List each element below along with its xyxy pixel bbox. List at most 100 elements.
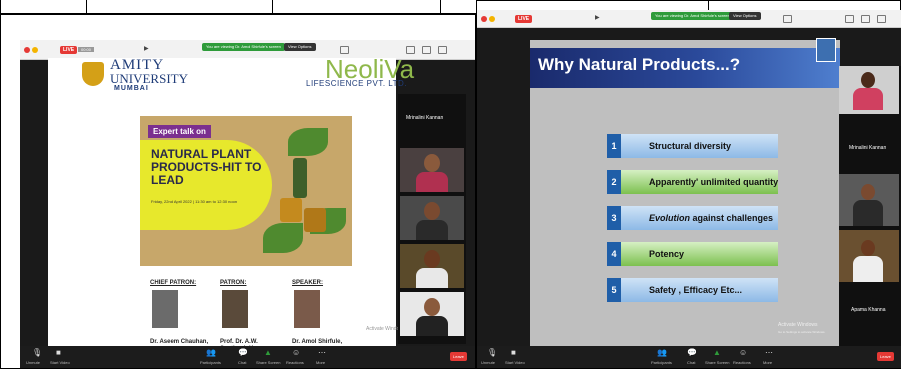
- share-screen-icon[interactable]: ▲: [264, 349, 272, 357]
- zoom-window-right: LIVE ▶ You are viewing Dr. Amol Shirfule…: [477, 10, 901, 368]
- zoom-window-left: LIVE 00:00 ▶ You are viewing Dr. Amol Sh…: [20, 40, 475, 368]
- speaker-label: SPEAKER:: [292, 280, 324, 286]
- partner-logo: NeoliVa: [325, 54, 415, 84]
- chief-patron-label: CHIEF PATRON:: [150, 280, 197, 286]
- person-body: [416, 316, 448, 336]
- row-number: 4: [607, 242, 621, 266]
- participant-video[interactable]: [839, 230, 899, 282]
- play-icon[interactable]: ▶: [144, 45, 149, 53]
- settings-icon[interactable]: [861, 15, 870, 23]
- microphone-icon[interactable]: 🎙: [487, 349, 497, 357]
- participant-video[interactable]: [400, 196, 464, 240]
- view-options-button[interactable]: View Options: [284, 43, 316, 51]
- reactions-icon[interactable]: ☺: [292, 349, 300, 357]
- medical-cross-icon: [816, 38, 836, 62]
- chat-label[interactable]: Chat: [687, 360, 695, 365]
- person-head: [424, 154, 440, 172]
- row-text: Safety , Efficacy Etc...: [649, 285, 743, 295]
- participant-video[interactable]: [400, 292, 464, 336]
- share-banner: You are viewing Dr. Amol Shirfule's scre…: [651, 12, 734, 20]
- participant-video[interactable]: [400, 148, 464, 192]
- bottle-decoration: [280, 198, 302, 222]
- zoom-toolbar: LIVE ▶ You are viewing Dr. Amol Shirfule…: [477, 10, 901, 28]
- row-item: Potency: [621, 242, 778, 266]
- leave-button[interactable]: Leave: [877, 352, 894, 361]
- share-screen-label[interactable]: Share Screen: [705, 360, 729, 365]
- shared-slide: Why Natural Products...? 1 Structural di…: [530, 38, 840, 348]
- event-date: Friday, 22nd April 2022 | 11:30 am to 12…: [151, 199, 238, 204]
- participants-label[interactable]: Participants: [200, 360, 221, 365]
- start-video-label[interactable]: Start Video: [50, 360, 70, 365]
- university-line2: UNIVERSITY: [110, 71, 188, 86]
- view-options-button[interactable]: View Options: [729, 12, 761, 20]
- reactions-label[interactable]: Reactions: [733, 360, 751, 365]
- more-icon[interactable]: ⋯: [765, 349, 773, 357]
- person-body: [416, 220, 448, 240]
- text-icon[interactable]: [845, 15, 854, 23]
- row-text: Apparently' unlimited quantity: [649, 177, 779, 187]
- participant-video[interactable]: [400, 244, 464, 288]
- live-badge: LIVE: [515, 15, 533, 23]
- whiteboard-icon[interactable]: [783, 15, 792, 23]
- participant-video[interactable]: [839, 66, 899, 114]
- row-item: Safety , Efficacy Etc...: [621, 278, 778, 302]
- participant-video[interactable]: [839, 174, 899, 226]
- row-text: Potency: [649, 249, 685, 259]
- more-label[interactable]: More: [763, 360, 772, 365]
- leaf-decoration: [263, 223, 303, 253]
- speaker-photo: [294, 290, 320, 328]
- bottle-decoration: [304, 208, 326, 232]
- settings-icon[interactable]: [422, 46, 431, 54]
- expand-icon[interactable]: [877, 15, 886, 23]
- window-close-dot[interactable]: [24, 47, 30, 53]
- microphone-icon[interactable]: 🎙: [32, 349, 42, 357]
- chat-icon[interactable]: 💬: [687, 349, 697, 357]
- person-head: [424, 202, 440, 220]
- participants-icon[interactable]: 👥: [206, 349, 216, 357]
- presenter-name: Mrinalini Kannan: [849, 145, 887, 151]
- reactions-icon[interactable]: ☺: [739, 349, 747, 357]
- window-minimize-dot[interactable]: [32, 47, 38, 53]
- participants-icon[interactable]: 👥: [657, 349, 667, 357]
- window-close-dot[interactable]: [481, 16, 487, 22]
- row-item: Evolution against challenges: [621, 206, 778, 230]
- amity-logo: [82, 62, 104, 86]
- window-minimize-dot[interactable]: [489, 16, 495, 22]
- chief-patron-photo: [152, 290, 178, 328]
- video-icon[interactable]: ■: [511, 349, 516, 357]
- person-head: [424, 250, 440, 268]
- more-icon[interactable]: ⋯: [318, 349, 326, 357]
- video-icon[interactable]: ■: [56, 349, 61, 357]
- row-number: 2: [607, 170, 621, 194]
- row-number: 1: [607, 134, 621, 158]
- participants-label[interactable]: Participants: [651, 360, 672, 365]
- speaker-name: Dr. Amol Shirfule,: [292, 339, 343, 345]
- unmute-label[interactable]: Unmute: [26, 360, 40, 365]
- row-item: Structural diversity: [621, 134, 778, 158]
- share-banner: You are viewing Dr. Amol Shirfule's scre…: [202, 43, 285, 51]
- expand-icon[interactable]: [438, 46, 447, 54]
- event-tag: Expert talk on: [148, 125, 211, 138]
- university-city: MUMBAI: [114, 85, 149, 92]
- chat-label[interactable]: Chat: [238, 360, 246, 365]
- whiteboard-icon[interactable]: [340, 46, 349, 54]
- share-screen-icon[interactable]: ▲: [713, 349, 721, 357]
- row-number: 5: [607, 278, 621, 302]
- more-label[interactable]: More: [316, 360, 325, 365]
- person-body: [853, 88, 883, 110]
- patron-photo: [222, 290, 248, 328]
- row-text-italic: Evolution: [649, 213, 690, 223]
- person-head: [424, 298, 440, 316]
- unmute-label[interactable]: Unmute: [481, 360, 495, 365]
- row-item: Apparently' unlimited quantity: [621, 170, 778, 194]
- row-text: against challenges: [690, 213, 774, 223]
- text-icon[interactable]: [406, 46, 415, 54]
- reactions-label[interactable]: Reactions: [286, 360, 304, 365]
- leave-button[interactable]: Leave: [450, 352, 467, 361]
- windows-watermark: Activate Windows: [778, 322, 818, 328]
- chat-icon[interactable]: 💬: [238, 349, 248, 357]
- patron-label: PATRON:: [220, 280, 247, 286]
- play-icon[interactable]: ▶: [595, 14, 600, 22]
- share-screen-label[interactable]: Share Screen: [256, 360, 280, 365]
- start-video-label[interactable]: Start Video: [505, 360, 525, 365]
